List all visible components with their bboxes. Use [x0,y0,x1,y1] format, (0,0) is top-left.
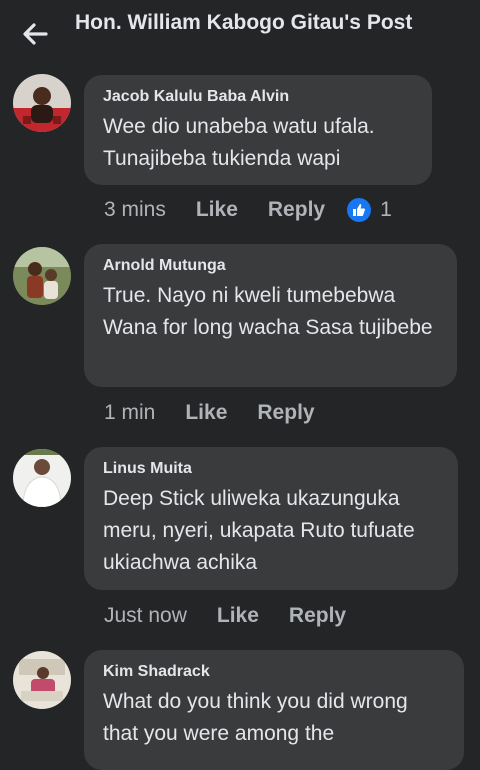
comment-bubble: Kim Shadrack What do you think you did w… [84,650,464,770]
page-title: Hon. William Kabogo Gitau's Post [75,11,413,34]
comment-author[interactable]: Linus Muita [103,459,442,479]
comment-bubble: Jacob Kalulu Baba Alvin Wee dio unabeba … [84,75,432,185]
avatar[interactable] [13,74,71,132]
comment-text: What do you think you did wrong that you… [103,690,408,745]
comment-actions: Just now Like Reply [104,601,376,631]
comment-author[interactable]: Jacob Kalulu Baba Alvin [103,87,416,107]
reaction-summary[interactable]: 1 [347,198,392,222]
arrow-left-icon [23,23,48,45]
reply-button[interactable]: Reply [289,604,346,628]
comment-time[interactable]: 1 min [104,401,155,425]
comment-actions: 3 mins Like Reply 1 [104,195,392,225]
comment-bubble: Arnold Mutunga True. Nayo ni kweli tumeb… [84,244,457,387]
avatar[interactable] [13,247,71,305]
comment-time[interactable]: 3 mins [104,198,166,222]
comment-text: Wee dio unabeba watu ufala. Tunajibeba t… [103,115,375,170]
avatar[interactable] [13,651,71,709]
comment-bubble: Linus Muita Deep Stick uliweka ukazunguk… [84,447,458,590]
comment-author[interactable]: Arnold Mutunga [103,256,441,276]
back-button[interactable] [20,20,50,48]
like-button[interactable]: Like [217,604,259,628]
comment-actions: 1 min Like Reply [104,398,345,428]
reply-button[interactable]: Reply [257,401,314,425]
comment-time[interactable]: Just now [104,604,187,628]
comment-author[interactable]: Kim Shadrack [103,662,448,682]
post-header: Hon. William Kabogo Gitau's Post [0,0,480,70]
comment-text: True. Nayo ni kweli tumebebwa Wana for l… [103,284,433,339]
comment-text: Deep Stick uliweka ukazunguka meru, nyer… [103,487,415,574]
avatar[interactable] [13,449,71,507]
thumbs-up-icon [347,198,372,222]
reaction-count: 1 [380,198,392,221]
reply-button[interactable]: Reply [268,198,325,222]
like-button[interactable]: Like [196,198,238,222]
like-button[interactable]: Like [185,401,227,425]
